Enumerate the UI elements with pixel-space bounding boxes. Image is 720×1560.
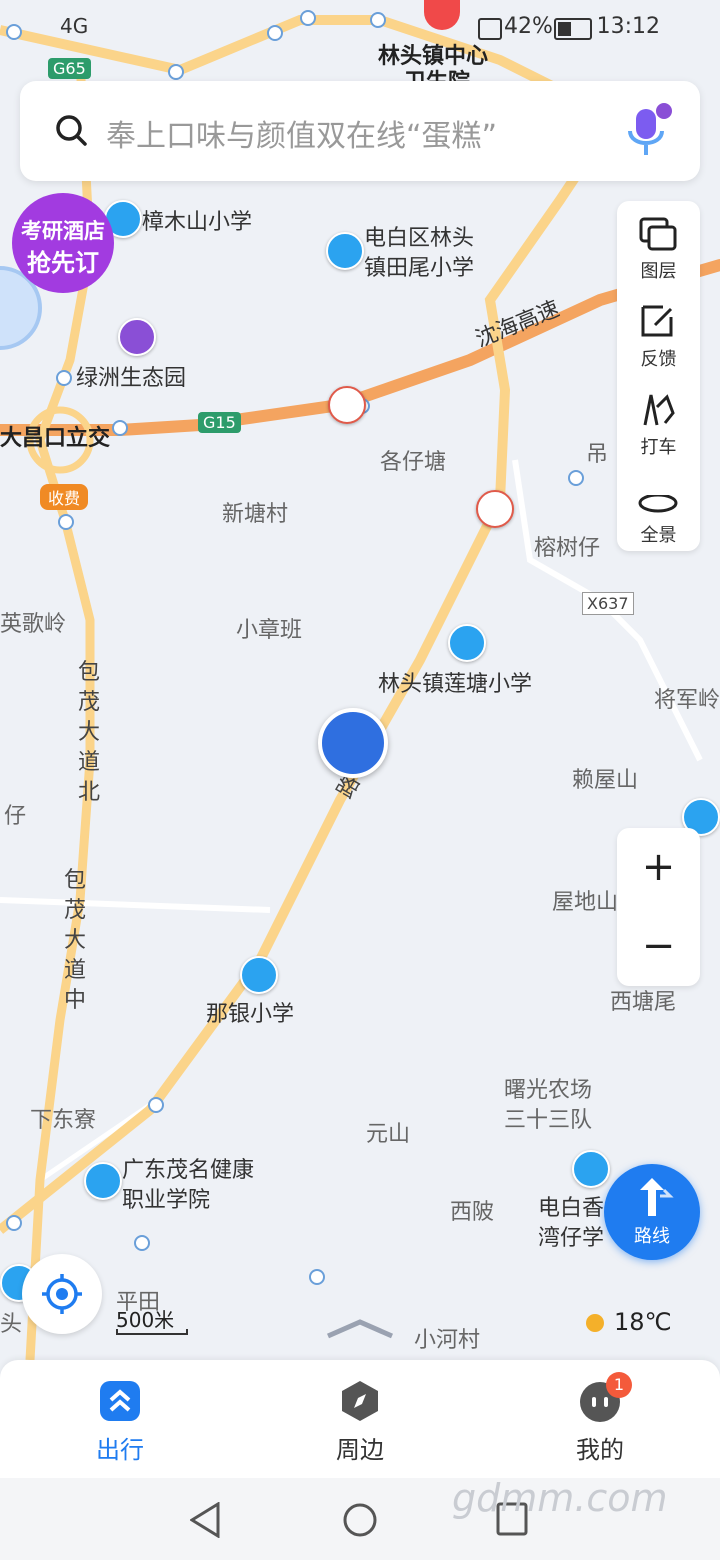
map-label-wudishan: 屋地山 [552,890,619,915]
map-label-baomao-mid: 包茂大道中 [64,868,87,1013]
bottom-nav: 出行 周边 1 我的 [0,1360,720,1478]
back-icon[interactable] [190,1502,222,1538]
map-label-yuanshan: 元山 [366,1122,411,1147]
close-icon[interactable] [0,290,30,326]
poi-liantang[interactable]: 林头镇莲塘小学 [378,666,532,698]
zoom-out-button[interactable]: − [617,907,700,986]
zoom-in-button[interactable]: + [617,828,700,907]
weather-widget[interactable]: 18℃ [586,1308,672,1336]
status-bar: 4G 42% 13:12 [0,0,720,56]
promo-badge[interactable]: 考研酒店 抢先订 [12,193,114,293]
tool-taxi-label: 打车 [640,437,677,458]
poi-college-1[interactable]: 广东茂名健康 [122,1152,254,1184]
map-label-xintang: 新塘村 [222,502,289,527]
map-scale-bar [116,1329,188,1335]
tool-panorama[interactable]: 全景 [617,465,700,552]
microphone-icon[interactable] [622,103,674,163]
poi-dianbai-xiang-1[interactable]: 电白香 [538,1190,604,1222]
battery-percent: 42% [504,14,553,39]
route-button[interactable]: 路线 [604,1164,700,1260]
battery-icon [554,18,592,40]
tool-layers-label: 图层 [640,261,677,282]
layers-icon [639,217,677,251]
poi-dianbai-xiang-2[interactable]: 湾仔学 [538,1220,604,1252]
search-icon [56,115,87,146]
tab-nearby-label: 周边 [336,1436,384,1464]
tool-layers[interactable]: 图层 [617,201,700,288]
poi-college-2[interactable]: 职业学院 [122,1182,210,1214]
search-bar[interactable]: 奉上口味与颜值双在线“蛋糕” [20,81,700,181]
clock: 13:12 [596,14,660,39]
map-tools-panel: 图层 反馈 打车 全景 [617,201,700,551]
tool-feedback[interactable]: 反馈 [617,289,700,376]
map-label-zai: 仔 [4,804,27,829]
map-label-xiaohe: 小河村 [414,1328,481,1353]
locate-icon [42,1274,82,1314]
school-icon[interactable] [448,624,486,662]
travel-icon [100,1381,140,1421]
construction-icon[interactable] [328,386,366,424]
map-label-jiangjunling: 将军岭 [654,688,720,713]
watermark: gdmm.com [452,1476,668,1520]
locate-button[interactable] [22,1254,102,1334]
map-label-baomao-north: 包茂大道北 [78,660,101,805]
tab-travel[interactable]: 出行 [0,1360,240,1478]
poi-nayin[interactable]: 那银小学 [206,996,294,1028]
map-label-tou: 头 [0,1312,23,1337]
map-label-xiaozhangban: 小章班 [236,618,303,643]
construction-icon[interactable] [476,490,514,528]
map-label-yingeling: 英歌岭 [0,612,67,637]
map-label-dachangkou[interactable]: 大昌口立交 [0,420,110,452]
tab-profile[interactable]: 1 我的 [480,1360,720,1478]
map-label-rongshuzai: 榕树仔 [534,536,601,561]
edit-icon [641,305,673,337]
school-icon[interactable] [572,1150,610,1188]
signal-indicator: 4G [60,14,89,38]
sun-icon [586,1314,604,1332]
tab-travel-label: 出行 [96,1436,144,1464]
map-label-gezaitang: 各仔塘 [380,450,447,475]
tool-feedback-label: 反馈 [640,349,677,370]
map-label-laiwushan: 赖屋山 [572,768,639,793]
compass-icon [342,1381,378,1421]
map-label-xiadongliao: 下东寮 [30,1108,97,1133]
park-icon[interactable] [118,318,156,356]
school-icon[interactable] [326,232,364,270]
binoculars-icon[interactable] [318,708,388,778]
map-label-xiling: 西陂 [450,1200,495,1225]
map-label-xitangwei: 西塘尾 [610,990,677,1015]
weather-temp: 18℃ [614,1308,672,1336]
search-placeholder[interactable]: 奉上口味与颜值双在线“蛋糕” [106,111,497,155]
tab-profile-label: 我的 [576,1436,624,1464]
tab-nearby[interactable]: 周边 [240,1360,480,1478]
notification-badge: 1 [606,1372,632,1398]
route-arrow-icon [640,1178,674,1216]
poi-dianbai-line2[interactable]: 镇田尾小学 [364,250,474,282]
toll-badge: 收费 [40,484,89,510]
promo-line2: 抢先订 [27,249,99,277]
route-shield-x637: X637 [582,592,634,615]
poi-zhangmushan[interactable]: 樟木山小学 [142,204,252,236]
poi-lvzhou[interactable]: 绿洲生态园 [76,360,186,392]
map-label-shuguang-1: 曙光农场 [504,1078,593,1103]
school-icon[interactable] [240,956,278,994]
taxi-icon [643,394,675,426]
mute-icon [478,18,502,40]
poi-dianbai-line1[interactable]: 电白区林头 [364,220,474,252]
route-label: 路线 [634,1226,670,1247]
tool-panorama-label: 全景 [640,525,677,546]
panorama-icon [638,481,678,513]
map-label-shuguang-2: 三十三队 [504,1108,593,1133]
zoom-control: + − [617,828,700,986]
map-view[interactable]: 林头镇中心 卫生院 G65 樟木山小学 电白区林头 镇田尾小学 绿洲生态园 大昌… [0,0,720,1360]
map-roads [0,10,720,1360]
route-shield-g65: G65 [48,58,91,79]
promo-line1: 考研酒店 [21,219,105,243]
map-label-diao: 吊 [586,442,609,467]
home-icon[interactable] [342,1502,378,1538]
route-shield-g15: G15 [198,412,241,433]
college-icon[interactable] [84,1162,122,1200]
tool-taxi[interactable]: 打车 [617,377,700,464]
